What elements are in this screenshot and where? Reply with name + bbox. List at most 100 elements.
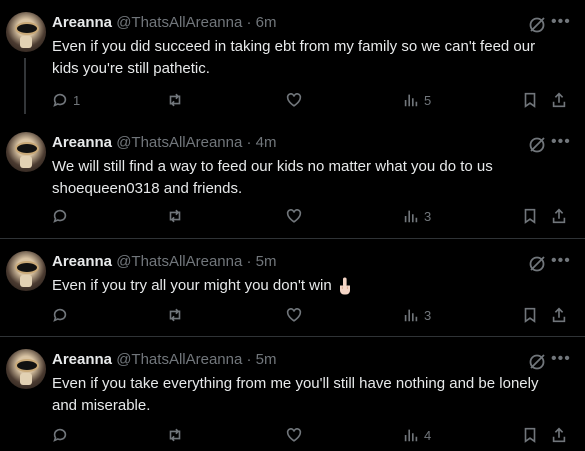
middle-finger-emoji xyxy=(339,277,350,295)
like-button[interactable] xyxy=(285,88,303,112)
share-button[interactable] xyxy=(550,204,568,228)
share-icon xyxy=(552,307,566,323)
timeline-feed: Areanna @ThatsAllAreanna · 6m ••• Even i… xyxy=(0,0,585,450)
views-count: 5 xyxy=(424,92,432,108)
reply-icon xyxy=(53,93,67,107)
repost-icon xyxy=(169,428,181,442)
share-button[interactable] xyxy=(550,423,568,447)
tweet-header: Areanna @ThatsAllAreanna · 4m xyxy=(52,133,585,153)
views-button[interactable]: 5 xyxy=(402,88,431,112)
tweet[interactable]: Areanna @ThatsAllAreanna · 4m ••• We wil… xyxy=(0,120,585,238)
repost-icon xyxy=(169,93,181,107)
like-icon xyxy=(286,308,302,322)
repost-icon xyxy=(169,308,181,322)
tweet-actions: 3 xyxy=(0,204,585,228)
views-icon xyxy=(404,210,418,223)
repost-button[interactable] xyxy=(166,303,184,327)
tweet[interactable]: Areanna @ThatsAllAreanna · 6m ••• Even i… xyxy=(0,0,585,120)
views-button[interactable]: 3 xyxy=(402,204,431,228)
views-icon xyxy=(404,429,418,442)
tweet-actions: 4 xyxy=(0,423,585,447)
bookmark-icon xyxy=(524,208,536,224)
views-button[interactable]: 3 xyxy=(402,303,431,327)
repost-button[interactable] xyxy=(166,423,184,447)
grok-icon[interactable] xyxy=(527,254,547,274)
timestamp[interactable]: 6m xyxy=(256,14,277,31)
repost-button[interactable] xyxy=(166,204,184,228)
display-name[interactable]: Areanna xyxy=(52,134,112,151)
repost-button[interactable] xyxy=(166,88,184,112)
tweet-text: Even if you try all your might you don't… xyxy=(52,275,562,297)
grok-icon[interactable] xyxy=(527,135,547,155)
share-icon xyxy=(552,427,566,443)
display-name[interactable]: Areanna xyxy=(52,14,112,31)
tweet[interactable]: Areanna @ThatsAllAreanna · 5m ••• Even i… xyxy=(0,238,585,337)
more-icon[interactable]: ••• xyxy=(551,251,570,271)
dot-separator: · xyxy=(242,14,256,31)
reply-button[interactable] xyxy=(51,204,73,228)
like-icon xyxy=(286,209,302,223)
bookmark-button[interactable] xyxy=(521,204,539,228)
views-button[interactable]: 4 xyxy=(402,423,431,447)
grok-icon[interactable] xyxy=(527,15,547,35)
share-icon xyxy=(552,92,566,108)
avatar[interactable] xyxy=(6,251,46,291)
reply-button[interactable] xyxy=(51,423,73,447)
display-name[interactable]: Areanna xyxy=(52,351,112,368)
more-icon[interactable]: ••• xyxy=(551,132,570,152)
handle[interactable]: @ThatsAllAreanna xyxy=(116,351,242,368)
reply-icon xyxy=(53,428,67,442)
tweet-text-content: Even if you try all your might you don't… xyxy=(52,277,332,294)
tweet[interactable]: Areanna @ThatsAllAreanna · 5m ••• Even i… xyxy=(0,336,585,451)
avatar[interactable] xyxy=(6,132,46,172)
timestamp[interactable]: 5m xyxy=(256,351,277,368)
bookmark-icon xyxy=(524,427,536,443)
reply-count: 1 xyxy=(73,92,81,108)
timestamp[interactable]: 4m xyxy=(256,134,277,151)
tweet-text: Even if you take everything from me you'… xyxy=(52,375,539,414)
more-icon[interactable]: ••• xyxy=(551,349,570,369)
bookmark-icon xyxy=(524,92,536,108)
dot-separator: · xyxy=(242,134,256,151)
share-button[interactable] xyxy=(550,303,568,327)
avatar[interactable] xyxy=(6,349,46,389)
tweet-text: Even if you did succeed in taking ebt fr… xyxy=(52,38,536,77)
views-count: 3 xyxy=(424,208,432,224)
views-icon xyxy=(404,309,418,322)
share-icon xyxy=(552,208,566,224)
repost-icon xyxy=(169,209,181,223)
handle[interactable]: @ThatsAllAreanna xyxy=(116,134,242,151)
tweet-text: We will still find a way to feed our kid… xyxy=(52,158,493,197)
more-icon[interactable]: ••• xyxy=(551,12,570,32)
views-icon xyxy=(404,94,418,107)
bookmark-button[interactable] xyxy=(521,423,539,447)
views-count: 4 xyxy=(424,427,432,443)
tweet-actions: 3 xyxy=(0,303,585,327)
views-count: 3 xyxy=(424,307,432,323)
bookmark-button[interactable] xyxy=(521,88,539,112)
bookmark-icon xyxy=(524,307,536,323)
tweet-actions: 1 5 xyxy=(0,88,585,112)
like-button[interactable] xyxy=(285,303,303,327)
grok-icon[interactable] xyxy=(527,352,547,372)
handle[interactable]: @ThatsAllAreanna xyxy=(116,253,242,270)
tweet-header: Areanna @ThatsAllAreanna · 6m xyxy=(52,13,585,33)
reply-icon xyxy=(53,308,67,322)
bookmark-button[interactable] xyxy=(521,303,539,327)
tweet-header: Areanna @ThatsAllAreanna · 5m xyxy=(52,350,585,370)
reply-button[interactable]: 1 xyxy=(51,88,80,112)
timestamp[interactable]: 5m xyxy=(256,253,277,270)
reply-icon xyxy=(53,209,67,223)
like-button[interactable] xyxy=(285,204,303,228)
like-icon xyxy=(286,428,302,442)
dot-separator: · xyxy=(242,253,256,270)
like-icon xyxy=(286,93,302,107)
handle[interactable]: @ThatsAllAreanna xyxy=(116,14,242,31)
dot-separator: · xyxy=(242,351,256,368)
avatar[interactable] xyxy=(6,12,46,52)
display-name[interactable]: Areanna xyxy=(52,253,112,270)
like-button[interactable] xyxy=(285,423,303,447)
tweet-header: Areanna @ThatsAllAreanna · 5m xyxy=(52,252,585,272)
reply-button[interactable] xyxy=(51,303,73,327)
share-button[interactable] xyxy=(550,88,568,112)
